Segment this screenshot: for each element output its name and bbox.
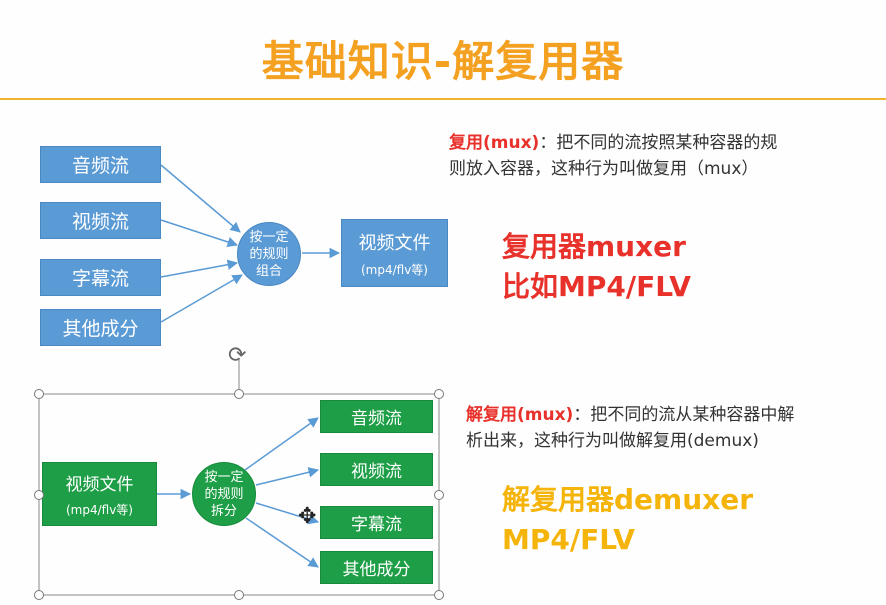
arrow-subtitle-to-combine bbox=[160, 259, 239, 278]
mux-desc-line2: 则放入容器，这种行为叫做复用（mux） bbox=[449, 159, 759, 179]
mux-desc-line1: ：把不同的流按照某种容器的规 bbox=[539, 133, 778, 153]
demux-output-video: 视频流 bbox=[320, 453, 433, 486]
mux-process-line-1: 按一定 bbox=[249, 229, 289, 245]
mux-input-subtitle: 字幕流 bbox=[40, 259, 161, 296]
demux-output-audio: 音频流 bbox=[320, 400, 433, 433]
resize-handle-nw[interactable] bbox=[34, 389, 44, 399]
resize-handle-sw[interactable] bbox=[34, 590, 44, 600]
resize-handle-w[interactable] bbox=[34, 490, 44, 500]
demux-output-subtitle: 字幕流 bbox=[320, 506, 433, 539]
demux-big-line1: 解复用器demuxer bbox=[502, 483, 754, 516]
demux-output-subtitle-label: 字幕流 bbox=[351, 515, 402, 535]
mux-input-audio: 音频流 bbox=[40, 146, 161, 183]
resize-handle-e[interactable] bbox=[434, 490, 444, 500]
mux-output-file: 视频文件 (mp4/flv等) bbox=[341, 219, 448, 287]
mux-input-other-label: 其他成分 bbox=[62, 318, 139, 340]
mux-big-line1: 复用器muxer bbox=[502, 230, 686, 263]
mux-output-sub: (mp4/flv等) bbox=[360, 262, 428, 277]
mux-desc-term: 复用(mux) bbox=[449, 133, 540, 153]
demux-input-sub: (mp4/flv等) bbox=[65, 503, 133, 517]
demux-process-line-1: 按一定 bbox=[204, 469, 244, 485]
demux-desc-line2: 析出来，这种行为叫做解复用(demux) bbox=[466, 431, 759, 451]
rotate-handle-icon[interactable]: ⟳ bbox=[228, 343, 246, 368]
resize-handle-ne[interactable] bbox=[434, 389, 444, 399]
arrow-audio-to-combine bbox=[160, 164, 241, 233]
mux-combine-circle: 按一定 的规则 组合 bbox=[237, 222, 301, 286]
demux-process-line-2: 的规则 bbox=[204, 486, 244, 502]
mux-process-line-2: 的规则 bbox=[249, 246, 289, 262]
mux-description: 复用(mux)：把不同的流按照某种容器的规 则放入容器，这种行为叫做复用（mux… bbox=[449, 130, 879, 182]
mux-input-other: 其他成分 bbox=[40, 309, 161, 346]
demux-description: 解复用(mux)：把不同的流从某种容器中解 析出来，这种行为叫做解复用(demu… bbox=[466, 402, 884, 454]
demux-split-circle: 按一定 的规则 拆分 bbox=[192, 462, 256, 526]
demux-big-line2: MP4/FLV bbox=[502, 523, 635, 556]
mux-input-video: 视频流 bbox=[40, 202, 161, 239]
demux-desc-line1: ：把不同的流从某种容器中解 bbox=[573, 405, 795, 425]
arrow-split-to-audio bbox=[244, 417, 319, 471]
mux-output-title: 视频文件 bbox=[358, 232, 431, 254]
demux-desc-term: 解复用(mux) bbox=[466, 405, 574, 425]
resize-handle-se[interactable] bbox=[434, 590, 444, 600]
demux-big-label: 解复用器demuxer MP4/FLV bbox=[502, 480, 753, 560]
demux-input-title: 视频文件 bbox=[65, 475, 134, 495]
move-cursor-icon: ✥ bbox=[298, 504, 317, 529]
demux-input-file: 视频文件 (mp4/flv等) bbox=[42, 462, 157, 526]
mux-big-line2: 比如MP4/FLV bbox=[502, 270, 691, 303]
demux-process-line-3: 拆分 bbox=[210, 503, 237, 519]
mux-input-audio-label: 音频流 bbox=[71, 155, 129, 177]
mux-input-subtitle-label: 字幕流 bbox=[71, 268, 129, 290]
demux-output-audio-label: 音频流 bbox=[351, 409, 402, 429]
mux-input-video-label: 视频流 bbox=[71, 211, 129, 233]
arrow-video-to-combine bbox=[160, 219, 238, 248]
demux-output-other: 其他成分 bbox=[320, 551, 433, 584]
arrow-other-to-combine bbox=[160, 274, 243, 323]
mux-big-label: 复用器muxer 比如MP4/FLV bbox=[502, 227, 691, 307]
demux-output-other-label: 其他成分 bbox=[342, 560, 411, 580]
mux-process-line-3: 组合 bbox=[255, 263, 282, 279]
resize-handle-n[interactable] bbox=[234, 389, 244, 399]
demux-output-video-label: 视频流 bbox=[351, 462, 402, 482]
resize-handle-s[interactable] bbox=[234, 590, 244, 600]
arrow-split-to-video bbox=[255, 467, 320, 486]
